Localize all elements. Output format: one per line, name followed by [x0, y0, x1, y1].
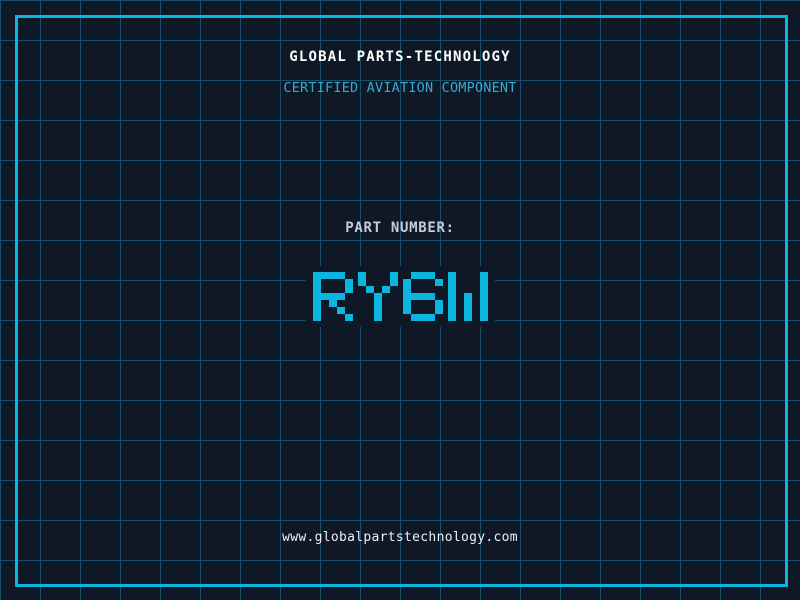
part-number-glyph: [402, 272, 443, 321]
part-number-glyph: [312, 272, 353, 321]
blueprint-placard: GLOBAL PARTS-TECHNOLOGY CERTIFIED AVIATI…: [0, 0, 800, 600]
part-number-label: PART NUMBER:: [345, 220, 455, 236]
part-number-row: [0, 266, 800, 327]
part-number-glyph: [447, 272, 488, 321]
part-number-value: [305, 266, 495, 327]
website-url: www.globalpartstechnology.com: [282, 530, 518, 545]
part-number-glyph: [357, 272, 398, 321]
certification-subtitle: CERTIFIED AVIATION COMPONENT: [283, 80, 517, 96]
company-name: GLOBAL PARTS-TECHNOLOGY: [289, 49, 511, 65]
